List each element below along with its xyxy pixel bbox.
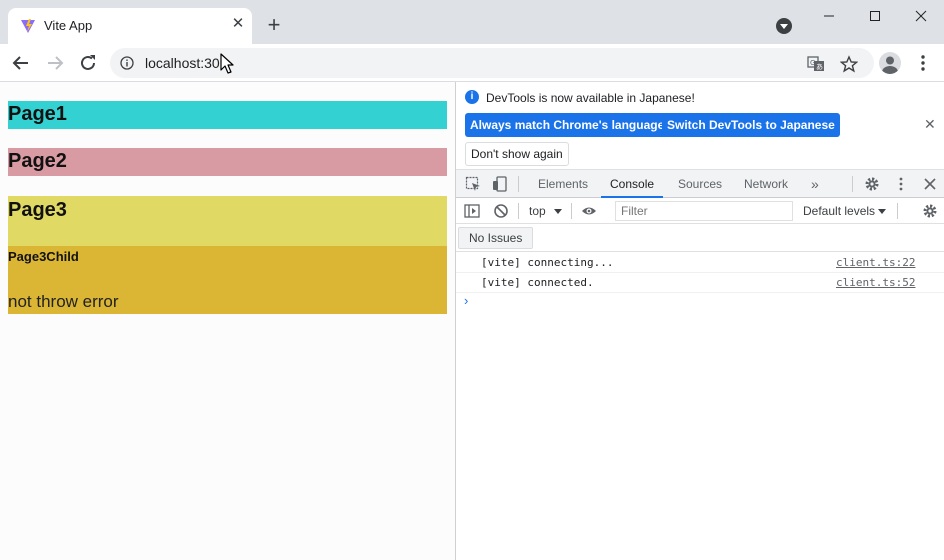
console-log-row: [vite] connected. client.ts:52 <box>456 273 944 293</box>
always-match-language-button[interactable]: Always match Chrome's language <box>465 113 670 137</box>
separator <box>852 176 853 192</box>
star-icon[interactable] <box>840 55 858 73</box>
close-icon[interactable]: ✕ <box>230 16 246 32</box>
page1-heading: Page1 <box>8 103 67 125</box>
console-prompt-icon[interactable]: › <box>464 293 468 308</box>
infobar-message: DevTools is now available in Japanese! <box>486 91 695 105</box>
tab-title: Vite App <box>44 18 93 33</box>
log-source-link[interactable]: client.ts:22 <box>836 253 915 273</box>
back-arrow-icon[interactable] <box>10 52 32 74</box>
separator <box>571 203 572 219</box>
chevron-down-icon[interactable] <box>553 203 563 219</box>
devtools-panel: i DevTools is now available in Japanese!… <box>455 82 944 560</box>
tab-elements[interactable]: Elements <box>538 170 588 198</box>
page3child-box: Page3Child not throw error <box>8 246 447 314</box>
context-selector[interactable]: top <box>529 204 546 218</box>
info-icon: i <box>465 90 479 104</box>
log-source-link[interactable]: client.ts:52 <box>836 273 915 293</box>
page3-heading: Page3 <box>8 199 67 221</box>
page1-box: Page1 <box>8 101 447 129</box>
console-toolbar: top Filter Default levels <box>456 198 944 224</box>
gear-icon[interactable] <box>922 203 938 219</box>
maximize-icon[interactable] <box>864 6 886 26</box>
plus-icon[interactable]: + <box>264 14 284 36</box>
device-toolbar-icon[interactable] <box>492 176 508 192</box>
page2-box: Page2 <box>8 148 447 176</box>
eye-icon[interactable] <box>581 203 597 219</box>
forward-arrow-icon[interactable] <box>44 52 66 74</box>
mouse-cursor-icon <box>220 53 234 74</box>
browser-tab[interactable]: Vite App ✕ <box>8 8 252 44</box>
tab-network[interactable]: Network <box>744 170 788 198</box>
separator <box>518 203 519 219</box>
reload-icon[interactable] <box>77 52 99 74</box>
child-text: not throw error <box>8 292 119 311</box>
window-close-icon[interactable] <box>910 6 932 26</box>
more-tabs-icon[interactable]: » <box>811 170 819 198</box>
no-issues-button[interactable]: No Issues <box>458 227 534 249</box>
tab-console[interactable]: Console <box>601 170 664 198</box>
title-bar: Vite App ✕ + <box>0 0 944 44</box>
close-devtools-icon[interactable] <box>922 176 938 192</box>
translate-icon[interactable]: あG <box>807 55 825 73</box>
svg-text:G: G <box>810 59 815 67</box>
log-message: [vite] connecting... <box>481 256 614 269</box>
close-icon[interactable]: ✕ <box>924 116 936 133</box>
chevron-down-icon[interactable] <box>877 203 887 219</box>
avatar-icon[interactable] <box>879 52 901 74</box>
vite-favicon <box>21 19 35 33</box>
separator <box>897 203 898 219</box>
issues-bar: No Issues <box>456 224 944 252</box>
menu-dots-icon[interactable] <box>916 52 930 74</box>
page-viewport: Page1 Page2 Page3 Page3Child not throw e… <box>0 82 455 560</box>
url-text[interactable]: localhost:30 <box>145 55 220 71</box>
devtools-infobar: i DevTools is now available in Japanese!… <box>456 82 944 170</box>
minimize-icon[interactable] <box>818 6 840 26</box>
filter-input[interactable]: Filter <box>615 201 793 221</box>
devtools-tab-bar: Elements Console Sources Network » <box>456 170 944 198</box>
svg-text:あ: あ <box>816 63 823 71</box>
profile-dropdown-icon[interactable] <box>776 18 792 34</box>
switch-to-japanese-button[interactable]: Switch DevTools to Japanese <box>662 113 840 137</box>
console-log-row: [vite] connecting... client.ts:22 <box>456 253 944 273</box>
inspect-element-icon[interactable] <box>465 176 481 192</box>
separator <box>518 176 519 192</box>
show-sidebar-icon[interactable] <box>464 203 480 219</box>
info-icon[interactable] <box>120 56 134 70</box>
kebab-menu-icon[interactable] <box>893 176 909 192</box>
tab-sources[interactable]: Sources <box>678 170 722 198</box>
page3child-heading: Page3Child <box>8 249 79 264</box>
browser-toolbar: localhost:30 あG <box>0 44 944 82</box>
page3-box: Page3 <box>8 196 447 246</box>
log-message: [vite] connected. <box>481 276 594 289</box>
page2-heading: Page2 <box>8 150 67 172</box>
dont-show-again-button[interactable]: Don't show again <box>465 142 569 166</box>
clear-console-icon[interactable] <box>493 203 509 219</box>
log-levels-dropdown[interactable]: Default levels <box>803 204 875 218</box>
gear-icon[interactable] <box>864 176 880 192</box>
